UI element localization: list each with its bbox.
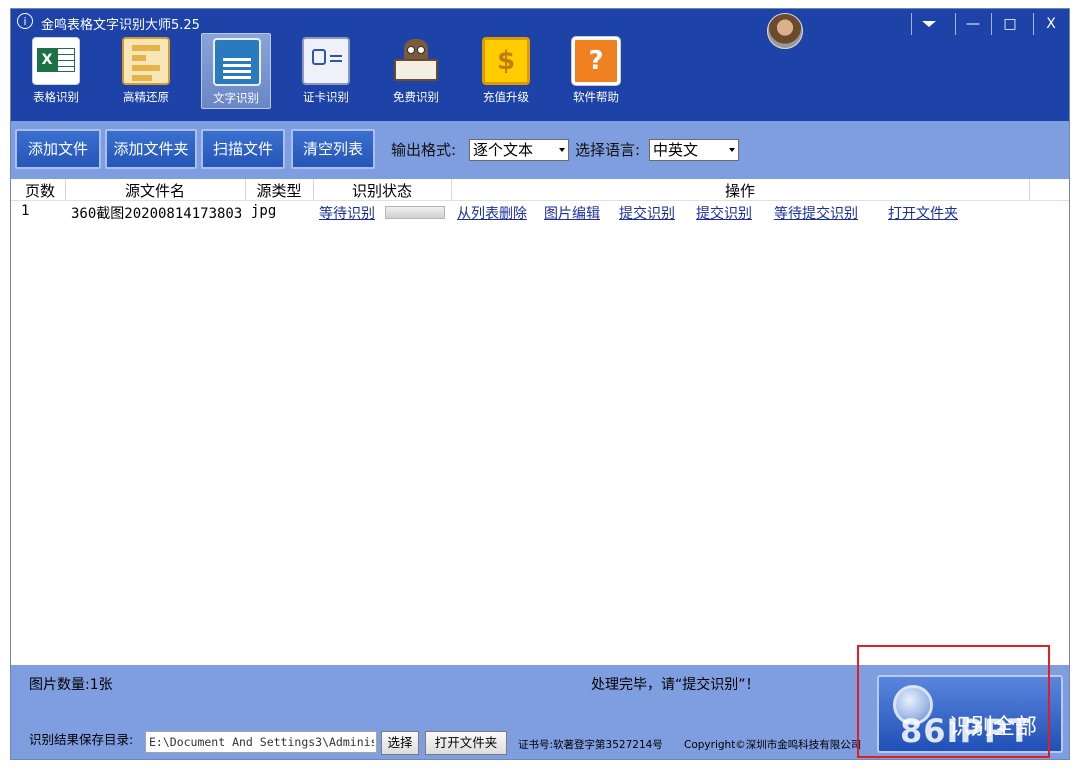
table-row[interactable]: 1 360截图20200814173803 jpg 等待识别 从列表删除 图片编… <box>11 202 1069 222</box>
add-folder-button[interactable]: 添加文件夹 <box>105 129 197 169</box>
cell-filename: 360截图20200814173803 <box>71 206 241 222</box>
maximize-button[interactable]: □ <box>991 13 1028 35</box>
nav-table-recognition[interactable]: X 表格识别 <box>21 33 91 109</box>
open-folder-button[interactable]: 打开文件夹 <box>425 731 507 755</box>
dropdown-menu-button[interactable] <box>911 13 946 35</box>
col-header-actions[interactable]: 操作 <box>451 180 1029 201</box>
image-count: 图片数量:1张 <box>29 677 113 693</box>
cert-number: 证书号:软著登字第3527214号 <box>518 739 663 751</box>
file-table-header: 页数 源文件名 源类型 识别状态 操作 <box>11 179 1069 201</box>
submit-recognition-link-2[interactable]: 提交识别 <box>696 203 752 223</box>
nav-text-recognition[interactable]: 文字识别 <box>201 33 271 109</box>
col-header-filename[interactable]: 源文件名 <box>65 180 245 201</box>
nav-high-precision-restore[interactable]: 高精还原 <box>111 33 181 109</box>
status-link[interactable]: 等待识别 <box>319 203 385 223</box>
highlight-box <box>857 645 1050 758</box>
app-title: 金鸣表格文字识别大师5.25 <box>41 18 200 33</box>
await-submit-link[interactable]: 等待提交识别 <box>774 203 858 223</box>
coin-icon: $ <box>482 37 530 85</box>
nav-recharge-upgrade[interactable]: $ 充值升级 <box>471 33 541 109</box>
col-header-page[interactable]: 页数 <box>13 180 67 201</box>
text-document-icon <box>213 38 261 86</box>
toolbar: 添加文件 添加文件夹 扫描文件 清空列表 输出格式: 逐个文本 选择语言: 中英… <box>11 121 1069 179</box>
open-folder-link[interactable]: 打开文件夹 <box>888 203 958 223</box>
status-message: 处理完毕，请“提交识别”！ <box>591 677 760 693</box>
submit-recognition-link-1[interactable]: 提交识别 <box>619 203 675 223</box>
copyright: Copyright©深圳市金鸣科技有限公司 <box>684 739 862 751</box>
help-icon: ? <box>572 37 620 85</box>
clear-list-button[interactable]: 清空列表 <box>291 129 375 169</box>
cell-page: 1 <box>21 203 30 219</box>
recognition-progress-bar <box>385 206 445 219</box>
add-file-button[interactable]: 添加文件 <box>15 129 101 169</box>
user-avatar[interactable] <box>767 13 803 49</box>
language-select[interactable]: 中英文 <box>649 139 739 161</box>
title-bar: i 金鸣表格文字识别大师5.25 — □ X X 表格识别 高精还原 文字识别 <box>11 9 1069 121</box>
close-button[interactable]: X <box>1033 13 1068 35</box>
scan-file-button[interactable]: 扫描文件 <box>201 129 285 169</box>
owl-book-icon <box>392 37 440 85</box>
chevron-down-icon <box>729 148 735 152</box>
document-layout-icon <box>122 37 170 85</box>
minimize-button[interactable]: — <box>955 13 990 35</box>
nav-software-help[interactable]: ? 软件帮助 <box>561 33 631 109</box>
output-format-select[interactable]: 逐个文本 <box>469 139 569 161</box>
chevron-down-icon <box>559 148 565 152</box>
remove-from-list-link[interactable]: 从列表删除 <box>457 203 527 223</box>
chevron-down-icon <box>922 21 936 27</box>
col-header-status[interactable]: 识别状态 <box>313 180 451 201</box>
nav-free-recognition[interactable]: 免费识别 <box>381 33 451 109</box>
language-label: 选择语言: <box>575 141 641 159</box>
col-header-type[interactable]: 源类型 <box>245 180 313 201</box>
image-edit-link[interactable]: 图片编辑 <box>544 203 600 223</box>
excel-icon: X <box>32 37 80 85</box>
nav-id-card-recognition[interactable]: 证卡识别 <box>291 33 361 109</box>
save-dir-input[interactable] <box>145 731 377 753</box>
id-card-icon <box>302 37 350 85</box>
select-dir-button[interactable]: 选择 <box>381 731 419 755</box>
output-format-label: 输出格式: <box>391 141 457 159</box>
cell-type: jpg <box>251 203 277 219</box>
save-dir-label: 识别结果保存目录: <box>29 732 134 747</box>
app-logo-icon: i <box>17 13 33 29</box>
